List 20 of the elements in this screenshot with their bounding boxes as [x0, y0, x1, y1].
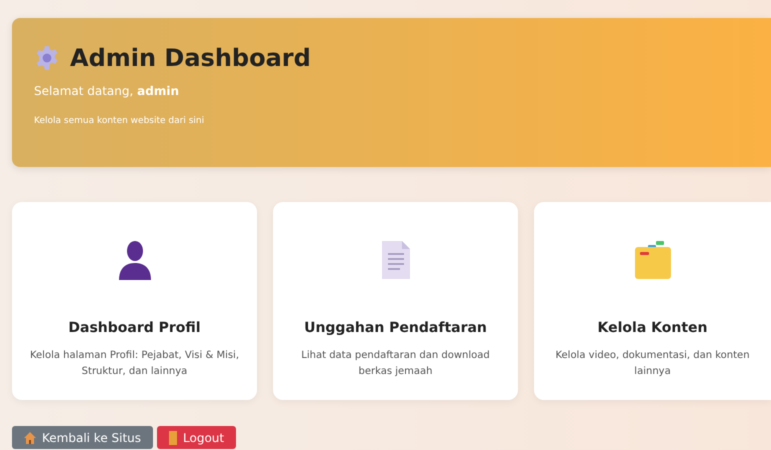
- card-description: Kelola video, dokumentasi, dan konten lainnya: [554, 349, 751, 379]
- dashboard-card[interactable]: Dashboard Profil Kelola halaman Profil: Pejabat, Visi & Misi, Struktur, dan lainnya: [12, 202, 257, 400]
- dashboard-title: Admin Dashboard: [70, 44, 311, 72]
- folder-icon: [634, 240, 672, 280]
- back-to-site-button[interactable]: Kembali ke Situs: [12, 426, 154, 449]
- subtitle-text: Kelola semua konten website dari sini: [34, 116, 206, 126]
- logout-button[interactable]: Logout: [157, 426, 236, 449]
- person-icon: [116, 240, 152, 280]
- gear-icon: [34, 45, 60, 71]
- door-icon: [169, 430, 178, 444]
- greeting-text: Selamat datang, admin: [34, 84, 180, 98]
- card-title: Dashboard Profil: [68, 320, 201, 336]
- card-title: Unggahan Pendaftaran: [304, 320, 487, 336]
- card-description: Lihat data pendaftaran dan download berkas jemaah: [300, 349, 491, 379]
- house-icon: [24, 432, 36, 444]
- card-description: Kelola halaman Profil: Pejabat, Visi & Misi, Struktur, dan lainnya: [28, 349, 240, 379]
- dashboard-card[interactable]: Kelola Konten Kelola video, dokumentasi, dan konten lainnya: [534, 202, 771, 400]
- dashboard-card[interactable]: Unggahan Pendaftaran Lihat data pendaftaran dan download berkas jemaah: [273, 202, 518, 400]
- document-icon: [380, 240, 410, 280]
- card-title: Kelola Konten: [598, 320, 708, 336]
